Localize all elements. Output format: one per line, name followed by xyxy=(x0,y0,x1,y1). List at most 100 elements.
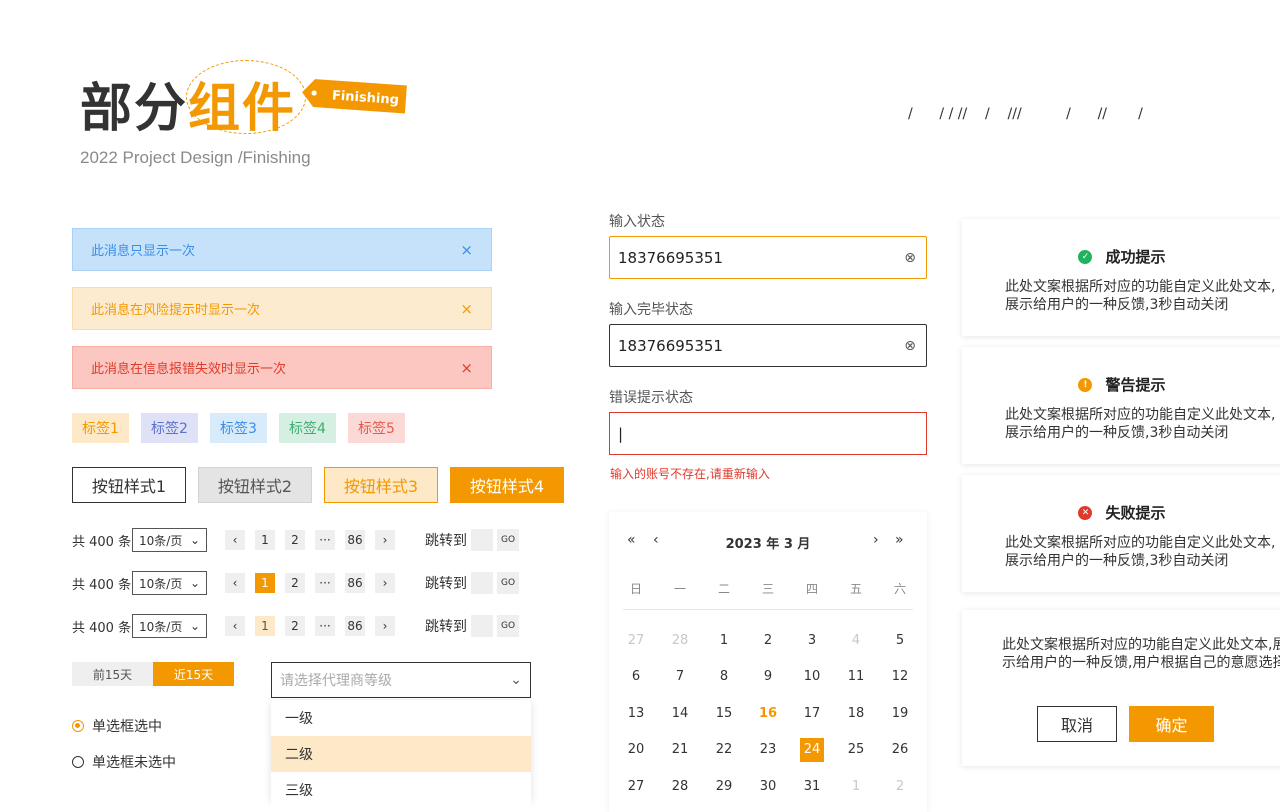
calendar-day-number: 1 xyxy=(719,632,729,648)
select-placeholder: 请选择代理商等级 xyxy=(280,673,392,689)
calendar-day[interactable]: 29 xyxy=(702,768,746,805)
page-ellipsis[interactable]: ··· xyxy=(315,616,335,636)
calendar-day[interactable]: 20 xyxy=(614,732,658,769)
calendar-day[interactable]: 4 xyxy=(834,622,878,659)
page-button[interactable]: 86 xyxy=(345,530,365,550)
select-option[interactable]: 三级 xyxy=(271,772,531,808)
close-icon[interactable]: × xyxy=(460,300,473,318)
segment-recent-15-days[interactable]: 近15天 xyxy=(153,662,234,686)
phone-input-filled[interactable]: 18376695351 ⊗ xyxy=(609,324,927,367)
calendar-day[interactable]: 27 xyxy=(614,622,658,659)
go-button[interactable]: GO xyxy=(497,572,519,594)
page-ellipsis[interactable]: ··· xyxy=(315,573,335,593)
calendar-day[interactable]: 1 xyxy=(702,622,746,659)
input-value: 18376695351 xyxy=(618,336,723,355)
page-button[interactable]: 86 xyxy=(345,616,365,636)
calendar-day[interactable]: 27 xyxy=(614,768,658,805)
close-icon[interactable]: × xyxy=(460,359,473,377)
button-style-3[interactable]: 按钮样式3 xyxy=(324,467,438,503)
radio-checked[interactable]: 单选框选中 xyxy=(72,716,162,736)
jump-page-input[interactable] xyxy=(471,615,493,637)
page-button[interactable]: 1 xyxy=(255,530,275,550)
page-button[interactable]: 2 xyxy=(285,616,305,636)
next-month-icon[interactable]: › xyxy=(873,532,879,548)
calendar-day[interactable]: 11 xyxy=(834,659,878,696)
calendar-day[interactable]: 7 xyxy=(658,659,702,696)
page-size-select[interactable]: 10条/页 ⌄ xyxy=(132,614,207,638)
calendar-day[interactable]: 6 xyxy=(614,659,658,696)
check-circle-icon: ✓ xyxy=(1078,249,1093,264)
notice-success: ✓ 成功提示 此处文案根据所对应的功能自定义此处文本,展示给用户的一种反馈,3秒… xyxy=(962,219,1280,336)
next-page-button[interactable]: › xyxy=(375,573,395,593)
calendar-day[interactable]: 31 xyxy=(790,768,834,805)
prev-page-button[interactable]: ‹ xyxy=(225,530,245,550)
button-style-4[interactable]: 按钮样式4 xyxy=(450,467,564,503)
page-size-select[interactable]: 10条/页 ⌄ xyxy=(132,528,207,552)
calendar-day-today[interactable]: 16 xyxy=(746,695,790,732)
clear-icon[interactable]: ⊗ xyxy=(904,338,916,354)
calendar-day[interactable]: 17 xyxy=(790,695,834,732)
calendar-day[interactable]: 14 xyxy=(658,695,702,732)
go-button[interactable]: GO xyxy=(497,529,519,551)
account-input-error[interactable]: | xyxy=(609,412,927,455)
calendar-day[interactable]: 12 xyxy=(878,659,922,696)
page-ellipsis[interactable]: ··· xyxy=(315,530,335,550)
calendar-day[interactable]: 18 xyxy=(834,695,878,732)
dialog-text-line: 示给用户的一种反馈,用户根据自己的意愿选择 xyxy=(1002,655,1280,671)
chevron-down-icon: ⌄ xyxy=(189,533,200,547)
page-button[interactable]: 2 xyxy=(285,573,305,593)
calendar-day[interactable]: 2 xyxy=(746,622,790,659)
clear-icon[interactable]: ⊗ xyxy=(904,250,916,266)
calendar-day[interactable]: 23 xyxy=(746,732,790,769)
calendar-day[interactable]: 22 xyxy=(702,732,746,769)
calendar-day[interactable]: 19 xyxy=(878,695,922,732)
calendar-day[interactable]: 26 xyxy=(878,732,922,769)
pagination-solid: 共 400 条 10条/页 ⌄ ‹ 1 2 ··· 86 › 跳转到 GO xyxy=(72,571,519,595)
next-page-button[interactable]: › xyxy=(375,530,395,550)
calendar-day[interactable]: 2 xyxy=(878,768,922,805)
cancel-button[interactable]: 取消 xyxy=(1037,706,1117,742)
agent-level-select[interactable]: 请选择代理商等级 ⌄ xyxy=(271,662,531,698)
jump-page-input[interactable] xyxy=(471,572,493,594)
calendar-day[interactable]: 9 xyxy=(746,659,790,696)
tag-1: 标签1 xyxy=(72,413,129,443)
dialog-text: 此处文案根据所对应的功能自定义此处文本,展 示给用户的一种反馈,用户根据自己的意… xyxy=(1002,636,1280,672)
next-year-icon[interactable]: » xyxy=(895,532,904,548)
calendar-day[interactable]: 30 xyxy=(746,768,790,805)
calendar-day-number: 31 xyxy=(803,778,821,794)
page-button[interactable]: 2 xyxy=(285,530,305,550)
calendar-day[interactable]: 28 xyxy=(658,622,702,659)
date-picker-calendar: « ‹ 2023 年 3 月 › » 日 一 二 三 四 五 六 27 28 1 2 3… xyxy=(609,512,927,812)
phone-input-focused[interactable]: 18376695351 ⊗ xyxy=(609,236,927,279)
select-option-highlighted[interactable]: 二级 xyxy=(271,736,531,772)
radio-unchecked[interactable]: 单选框未选中 xyxy=(72,752,176,772)
calendar-day[interactable]: 21 xyxy=(658,732,702,769)
page-button[interactable]: 86 xyxy=(345,573,365,593)
select-option[interactable]: 一级 xyxy=(271,700,531,736)
calendar-day[interactable]: 10 xyxy=(790,659,834,696)
button-style-2[interactable]: 按钮样式2 xyxy=(198,467,312,503)
calendar-day[interactable]: 15 xyxy=(702,695,746,732)
jump-page-input[interactable] xyxy=(471,529,493,551)
confirm-button[interactable]: 确定 xyxy=(1129,706,1214,742)
calendar-day-number: 4 xyxy=(851,632,861,648)
close-icon[interactable]: × xyxy=(460,241,473,259)
page-size-select[interactable]: 10条/页 ⌄ xyxy=(132,571,207,595)
next-page-button[interactable]: › xyxy=(375,616,395,636)
calendar-day[interactable]: 1 xyxy=(834,768,878,805)
prev-page-button[interactable]: ‹ xyxy=(225,616,245,636)
calendar-day[interactable]: 3 xyxy=(790,622,834,659)
calendar-day-selected[interactable]: 24 xyxy=(790,732,834,769)
radio-label: 单选框选中 xyxy=(92,719,162,735)
calendar-day[interactable]: 8 xyxy=(702,659,746,696)
page-button-active[interactable]: 1 xyxy=(255,616,275,636)
calendar-day[interactable]: 5 xyxy=(878,622,922,659)
button-style-1[interactable]: 按钮样式1 xyxy=(72,467,186,503)
page-button-active[interactable]: 1 xyxy=(255,573,275,593)
go-button[interactable]: GO xyxy=(497,615,519,637)
calendar-day[interactable]: 13 xyxy=(614,695,658,732)
calendar-day[interactable]: 28 xyxy=(658,768,702,805)
segment-prev-15-days[interactable]: 前15天 xyxy=(72,662,153,686)
calendar-day[interactable]: 25 xyxy=(834,732,878,769)
prev-page-button[interactable]: ‹ xyxy=(225,573,245,593)
